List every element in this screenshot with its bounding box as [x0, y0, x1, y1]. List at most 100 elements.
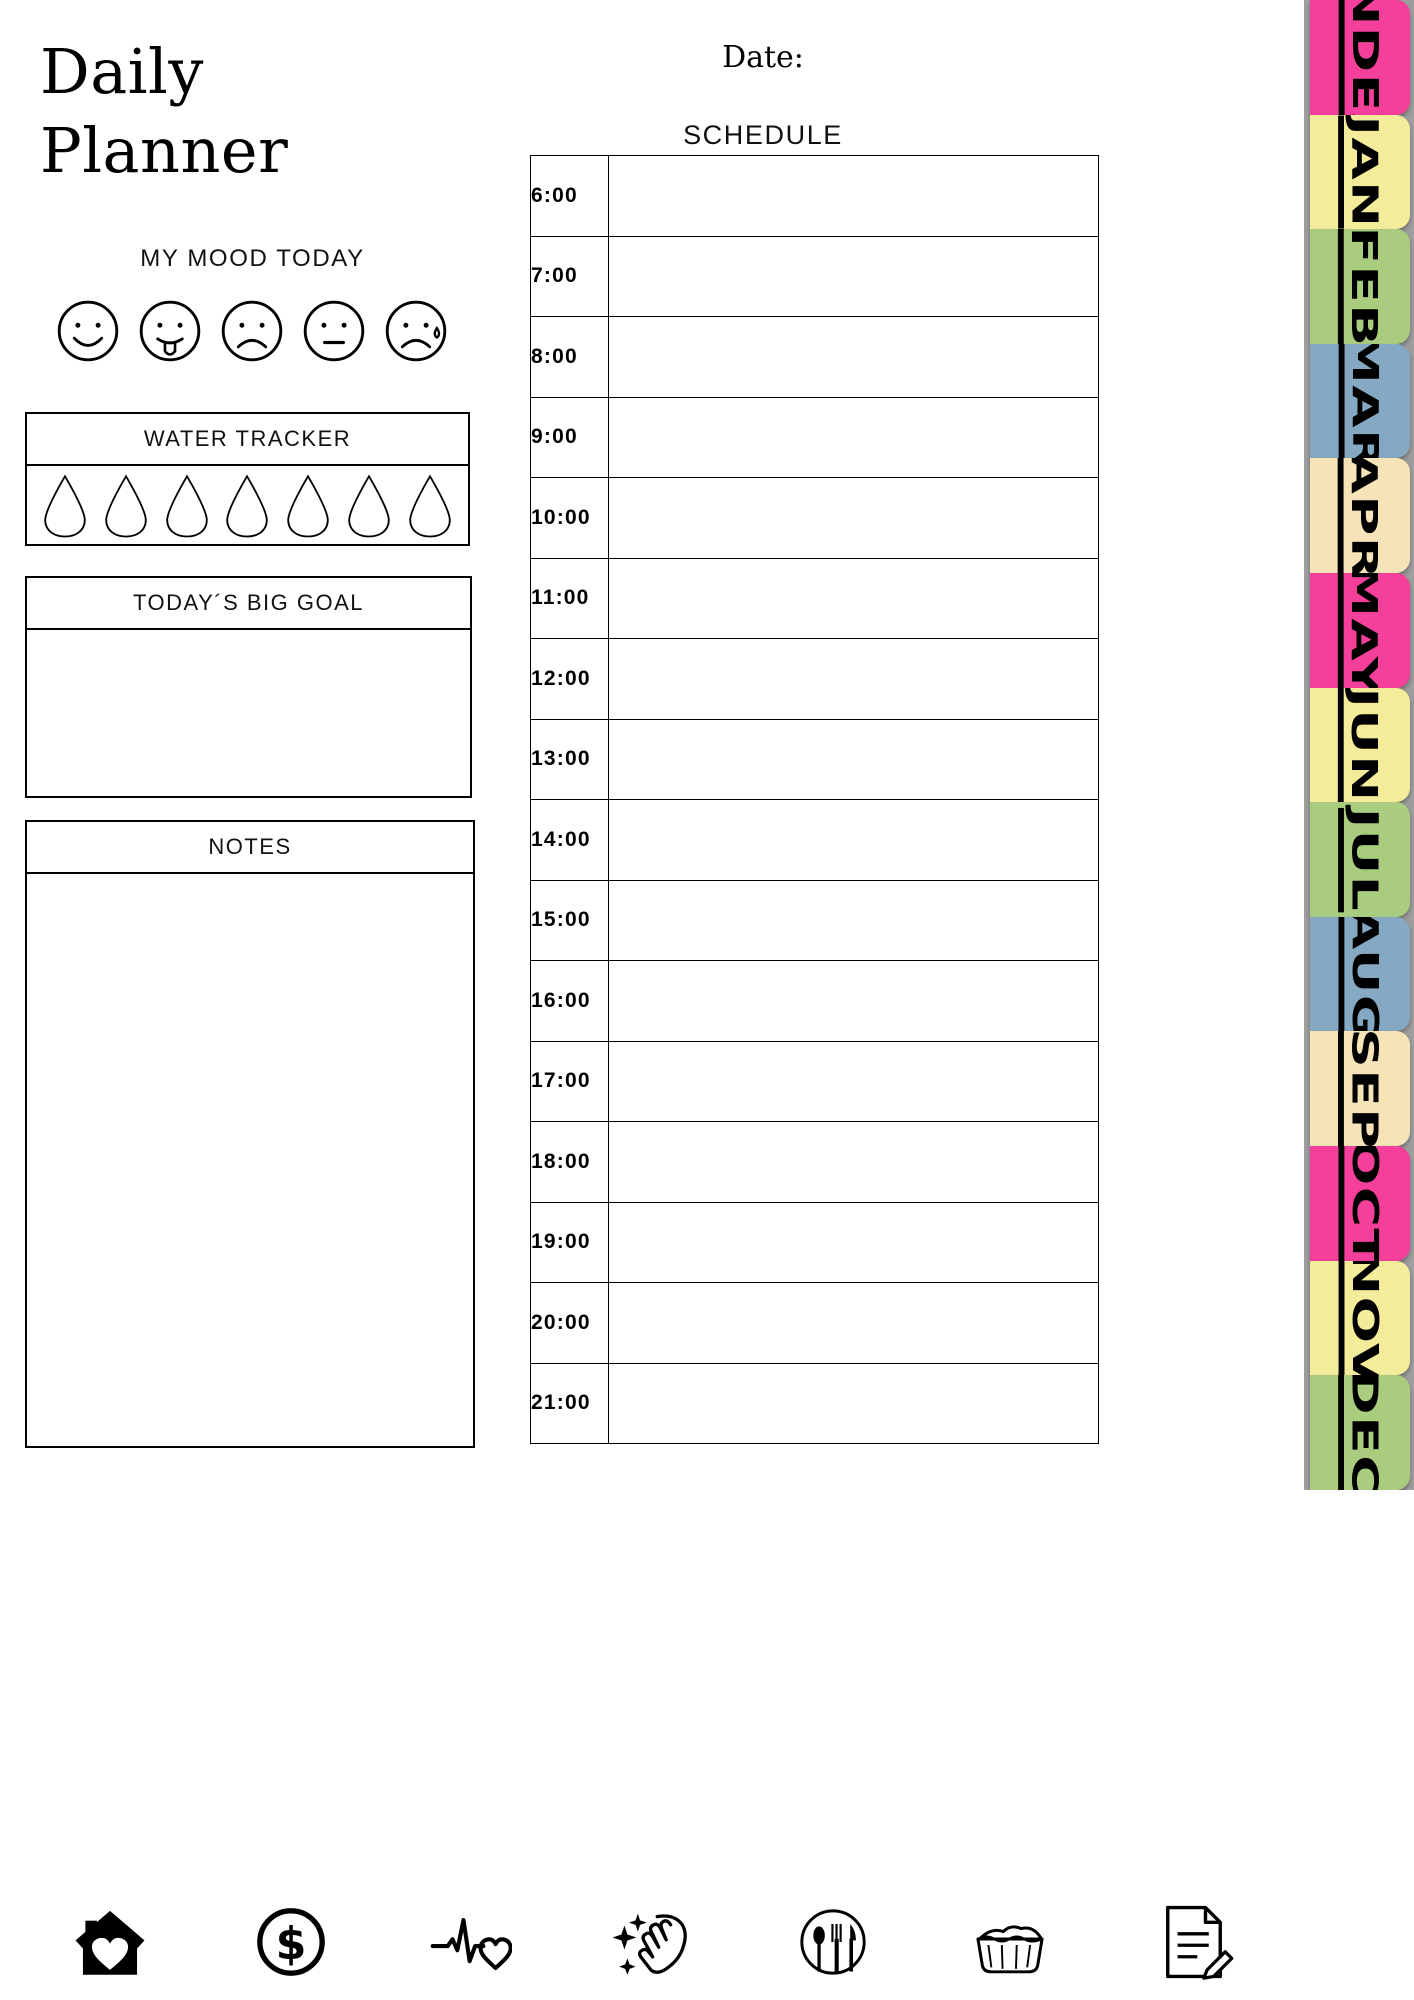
sad-face-icon[interactable]	[216, 295, 288, 367]
notes-box: NOTES	[25, 820, 475, 1448]
water-drop-icon[interactable]	[405, 473, 455, 539]
schedule-entry-input[interactable]	[608, 155, 1099, 237]
month-tab-label: OCT	[1338, 1146, 1385, 1261]
schedule-time-label: 10:00	[530, 477, 609, 559]
schedule-entry-input[interactable]	[608, 1201, 1099, 1283]
health-heartbeat-icon[interactable]	[430, 1901, 513, 1983]
month-tab-dec[interactable]: DEC	[1310, 1375, 1410, 1490]
schedule-time-label: 11:00	[530, 557, 609, 639]
schedule-row: 18:00	[530, 1121, 1099, 1203]
month-tab-index[interactable]: INDEX	[1310, 0, 1410, 115]
schedule-label: SCHEDULE	[683, 120, 843, 150]
schedule-time-label: 21:00	[530, 1362, 609, 1444]
svg-text:$: $	[275, 1919, 306, 1970]
schedule-entry-input[interactable]	[608, 1040, 1099, 1122]
crying-face-icon[interactable]	[380, 295, 452, 367]
month-tab-label: SEP	[1338, 1031, 1385, 1147]
schedule-entry-input[interactable]	[608, 316, 1099, 398]
cleaning-hand-icon[interactable]	[611, 1901, 693, 1983]
schedule-entry-input[interactable]	[608, 960, 1099, 1042]
month-tab-label: MAY	[1338, 573, 1385, 688]
schedule-time-label: 20:00	[530, 1282, 609, 1364]
schedule-time-label: 19:00	[530, 1201, 609, 1283]
money-dollar-icon[interactable]: $	[250, 1901, 332, 1983]
notes-document-icon[interactable]	[1153, 1901, 1235, 1983]
schedule-time-label: 12:00	[530, 638, 609, 720]
month-tab-feb[interactable]: FEB	[1310, 229, 1410, 344]
daily-planner-page: Daily Planner MY MOOD TODAY WATER TRACKE…	[0, 0, 1414, 2000]
schedule-entry-input[interactable]	[608, 396, 1099, 478]
schedule-time-label: 18:00	[530, 1121, 609, 1203]
month-tab-nov[interactable]: NOV	[1310, 1260, 1410, 1376]
happy-face-icon[interactable]	[52, 295, 124, 367]
schedule-row: 21:00	[530, 1362, 1099, 1444]
month-tab-aug[interactable]: AUG	[1310, 916, 1410, 1032]
water-drop-icon[interactable]	[344, 473, 394, 539]
schedule-table: 6:00 7:00 8:00 9:00 10:00 11:00 12:00 13:00 14:0…	[530, 155, 1099, 1444]
month-tab-rail: INDEX JAN FEB MAR APR MAY JUN JUL AUG SEP OCT NOV DE…	[1304, 0, 1414, 1490]
playful-face-icon[interactable]	[134, 295, 206, 367]
mood-section: MY MOOD TODAY	[0, 245, 505, 367]
schedule-entry-input[interactable]	[608, 1362, 1099, 1444]
month-tab-label: JUN	[1338, 687, 1385, 803]
schedule-entry-input[interactable]	[608, 718, 1099, 800]
month-tab-jan[interactable]: JAN	[1310, 114, 1410, 230]
big-goal-input[interactable]	[27, 630, 470, 797]
month-tab-label: INDEX	[1338, 0, 1385, 115]
schedule-entry-input[interactable]	[608, 477, 1099, 559]
month-tab-apr[interactable]: APR	[1310, 458, 1410, 574]
water-drop-icon[interactable]	[162, 473, 212, 539]
schedule-entry-input[interactable]	[608, 557, 1099, 639]
big-goal-title: TODAY´S BIG GOAL	[27, 578, 470, 630]
schedule-entry-input[interactable]	[608, 799, 1099, 881]
date-label: Date:	[722, 40, 804, 75]
month-tab-may[interactable]: MAY	[1310, 573, 1410, 688]
mood-caption: MY MOOD TODAY	[140, 245, 365, 272]
month-tab-oct[interactable]: OCT	[1310, 1146, 1410, 1261]
schedule-entry-input[interactable]	[608, 638, 1099, 720]
meals-plate-icon[interactable]	[792, 1901, 874, 1983]
schedule-row: 20:00	[530, 1282, 1099, 1364]
month-tab-sep[interactable]: SEP	[1310, 1031, 1410, 1147]
schedule-time-label: 17:00	[530, 1040, 609, 1122]
schedule-row: 17:00	[530, 1040, 1099, 1122]
schedule-time-label: 14:00	[530, 799, 609, 881]
schedule-row: 12:00	[530, 638, 1099, 720]
water-drop-icon[interactable]	[101, 473, 151, 539]
schedule-time-label: 16:00	[530, 960, 609, 1042]
schedule-row: 16:00	[530, 960, 1099, 1042]
month-tab-label: DEC	[1338, 1375, 1385, 1490]
notes-title: NOTES	[27, 822, 473, 874]
schedule-entry-input[interactable]	[608, 1282, 1099, 1364]
schedule-row: 13:00	[530, 718, 1099, 800]
schedule-row: 14:00	[530, 799, 1099, 881]
mood-face-row	[0, 295, 505, 367]
month-tab-jul[interactable]: JUL	[1310, 802, 1410, 917]
month-tab-label: JAN	[1338, 115, 1385, 229]
month-tab-jun[interactable]: JUN	[1310, 687, 1410, 803]
schedule-row: 19:00	[530, 1201, 1099, 1283]
notes-input[interactable]	[27, 874, 473, 1447]
home-heart-icon[interactable]	[69, 1901, 151, 1983]
category-icon-bar: $	[0, 1884, 1304, 2000]
laundry-basket-icon[interactable]	[972, 1901, 1054, 1983]
water-drop-icon[interactable]	[283, 473, 333, 539]
big-goal-box: TODAY´S BIG GOAL	[25, 576, 472, 798]
schedule-entry-input[interactable]	[608, 1121, 1099, 1203]
schedule-row: 7:00	[530, 235, 1099, 317]
neutral-face-icon[interactable]	[298, 295, 370, 367]
water-tracker-title: WATER TRACKER	[27, 414, 468, 466]
water-drop-icon[interactable]	[40, 473, 90, 539]
left-column: Daily Planner MY MOOD TODAY WATER TRACKE…	[0, 0, 505, 1880]
schedule-time-label: 15:00	[530, 879, 609, 961]
schedule-time-label: 7:00	[530, 235, 609, 317]
schedule-row: 15:00	[530, 879, 1099, 961]
month-tab-mar[interactable]: MAR	[1310, 343, 1410, 459]
schedule-row: 9:00	[530, 396, 1099, 478]
water-drop-icon[interactable]	[222, 473, 272, 539]
schedule-entry-input[interactable]	[608, 879, 1099, 961]
schedule-time-label: 13:00	[530, 718, 609, 800]
schedule-row: 6:00	[530, 155, 1099, 237]
schedule-entry-input[interactable]	[608, 235, 1099, 317]
water-tracker-box: WATER TRACKER	[25, 412, 470, 546]
